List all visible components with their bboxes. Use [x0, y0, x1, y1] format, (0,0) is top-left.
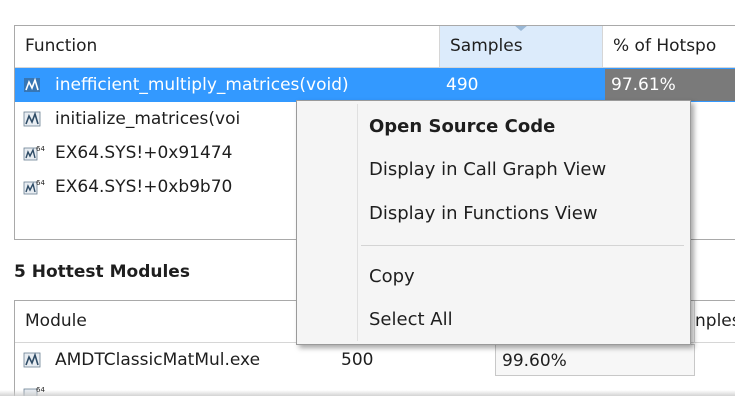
- menu-item-copy[interactable]: Copy: [300, 258, 687, 296]
- menu-item-select-all[interactable]: Select All: [300, 301, 687, 339]
- module-name: AMDTClassicMatMul.exe: [55, 350, 261, 370]
- svg-text:64: 64: [36, 179, 45, 187]
- function-name: inefficient_multiply_matrices(void): [55, 75, 349, 95]
- samples-value: 500: [341, 350, 374, 370]
- column-header-samples-label: Samples: [450, 36, 523, 56]
- svg-text:64: 64: [36, 145, 45, 153]
- function-64-icon: 64: [23, 145, 45, 161]
- profiler-window: Function Samples % of Hotspo inefficient…: [0, 0, 735, 396]
- window-bottom-edge: [0, 390, 735, 396]
- sort-descending-icon: [514, 26, 528, 31]
- column-header-percent-hotspot[interactable]: % of Hotspo: [603, 26, 735, 67]
- column-header-samples[interactable]: nples: [695, 301, 735, 342]
- function-64-icon: 64: [23, 179, 45, 195]
- menu-item-display-call-graph[interactable]: Display in Call Graph View: [300, 151, 687, 189]
- menu-item-open-source-code[interactable]: Open Source Code: [300, 108, 687, 146]
- column-header-samples[interactable]: Samples: [440, 26, 603, 67]
- function-name: EX64.SYS!+0x91474: [55, 143, 233, 163]
- menu-item-display-functions-view[interactable]: Display in Functions View: [300, 195, 687, 233]
- hottest-modules-heading: 5 Hottest Modules: [14, 262, 190, 282]
- menu-separator: [361, 245, 684, 246]
- column-header-function[interactable]: Function: [15, 26, 440, 67]
- table-header: Function Samples % of Hotspo: [15, 26, 735, 68]
- table-row[interactable]: AMDTClassicMatMul.exe 500 99.60%: [15, 343, 735, 377]
- function-icon: [24, 77, 40, 92]
- function-name: EX64.SYS!+0xb9b70: [55, 177, 233, 197]
- module-icon: [23, 352, 41, 368]
- percent-value: 99.60%: [495, 344, 695, 376]
- samples-value: 490: [446, 75, 479, 95]
- table-row[interactable]: inefficient_multiply_matrices(void) 490 …: [15, 68, 735, 102]
- function-name: initialize_matrices(voi: [55, 109, 241, 129]
- context-menu: Open Source Code Display in Call Graph V…: [296, 100, 691, 345]
- function-icon: [23, 111, 41, 127]
- percent-hotspot-value: 97.61%: [605, 69, 735, 101]
